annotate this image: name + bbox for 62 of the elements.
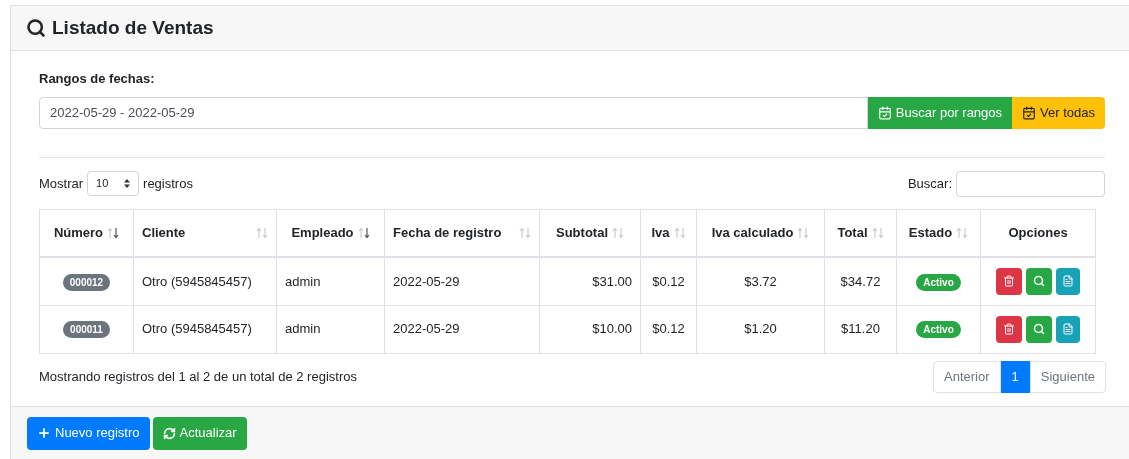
table-cell: $0.12 [640,305,697,353]
date-range-label: Rangos de fechas: [39,70,156,88]
number-badge: 000011 [63,321,110,339]
records-label: registros [143,174,193,193]
view-all-button[interactable]: Ver todas [1012,96,1105,129]
pdf-button[interactable] [1056,315,1080,343]
column-header[interactable]: Empleado [276,209,385,257]
new-record-button[interactable]: Nuevo registro [27,416,150,450]
records-info: Mostrando registros del 1 al 2 de un total de 2 registros [39,367,357,386]
pagination-button[interactable]: Anterior [933,360,1001,393]
column-header[interactable]: Estado [896,209,981,257]
calendar-check-icon [1022,105,1037,120]
card-title: Listado de Ventas [52,15,214,40]
document-icon [1062,323,1074,335]
table-cell: admin [276,305,385,353]
search-icon [1033,275,1045,288]
trash-icon [1003,323,1015,335]
table-cell: 2022-05-29 [384,257,540,305]
search-label: Buscar: [907,174,952,193]
calendar-check-icon [877,105,892,120]
view-button[interactable] [1026,267,1052,295]
column-header[interactable]: Iva calculado [696,209,825,257]
column-header[interactable]: Número [39,209,134,257]
document-icon [1062,275,1074,288]
plus-icon [37,426,51,440]
column-header[interactable]: Iva [640,209,697,257]
status-badge: Activo [916,273,961,291]
table-cell: $3.72 [696,257,825,305]
sort-icon[interactable] [107,226,120,239]
sort-icon[interactable] [357,226,370,239]
column-header: Opciones [980,209,1096,257]
delete-button[interactable] [996,267,1022,295]
table-cell: $10.00 [539,305,641,353]
column-header[interactable]: Total [824,209,897,257]
table-cell: $0.12 [640,257,697,305]
table-cell: $1.20 [696,305,825,353]
number-badge: 000012 [62,273,111,291]
table-cell: 2022-05-29 [384,305,540,353]
search-icon [1033,323,1045,335]
select-caret-icon [124,179,131,188]
table-cell: admin [276,257,385,305]
search-icon [26,18,46,38]
refresh-icon [162,426,176,440]
search-field[interactable] [956,170,1105,197]
column-header[interactable]: Cliente [133,209,277,257]
page-size-select[interactable]: 10 [87,171,140,196]
table-cell: Otro (5945845457) [133,305,277,353]
table-cell: $11.20 [824,305,897,353]
delete-button[interactable] [996,315,1022,343]
table-cell: Otro (5945845457) [133,257,277,305]
column-header[interactable]: Subtotal [539,209,641,257]
show-label: Mostrar [39,174,84,193]
status-badge: Activo [916,321,961,339]
pagination-button[interactable]: 1 [1000,360,1030,393]
date-range-field[interactable]: 2022-05-29 - 2022-05-29 [39,96,868,129]
table-cell: $34.72 [824,257,897,305]
trash-icon [1003,275,1015,288]
pagination-button[interactable]: Siguiente [1029,360,1106,393]
table-cell: $31.00 [539,257,641,305]
pdf-button[interactable] [1056,267,1080,295]
view-button[interactable] [1026,315,1052,343]
column-header[interactable]: Fecha de registro [384,209,540,257]
